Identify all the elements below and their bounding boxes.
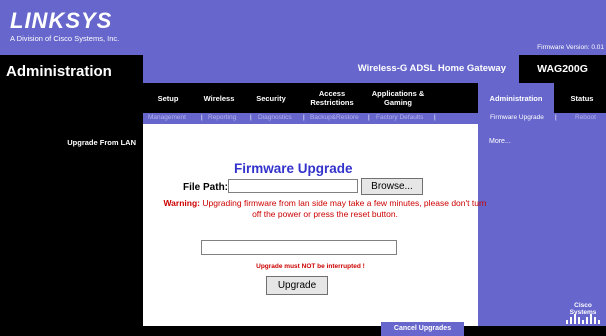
subtab-reboot[interactable]: Reboot — [575, 114, 596, 121]
subtab-management[interactable]: Management — [148, 114, 186, 121]
warning-message: Warning: Upgrading firmware from lan sid… — [160, 198, 490, 220]
main-content — [143, 124, 478, 326]
subnav-separator: | — [250, 114, 252, 121]
tab-status[interactable]: Status — [558, 83, 606, 113]
cancel-upgrades-button[interactable]: Cancel Upgrades — [381, 322, 464, 336]
footer-bar — [143, 326, 606, 336]
tab-access-restrictions[interactable]: Access Restrictions — [297, 83, 367, 113]
subnav-separator: | — [434, 114, 436, 121]
tab-wireless[interactable]: Wireless — [193, 83, 245, 113]
more-link[interactable]: More... — [489, 138, 511, 145]
logo-subtitle: A Division of Cisco Systems, Inc. — [10, 34, 120, 43]
help-column — [478, 124, 606, 326]
section-label: Upgrade From LAN — [67, 138, 136, 147]
model-name: WAG200G — [519, 55, 606, 83]
form-title: Firmware Upgrade — [234, 161, 353, 176]
file-path-label: File Path: — [183, 182, 229, 193]
subnav-separator: | — [555, 114, 557, 121]
subtab-diagnostics[interactable]: Diagnostics — [258, 114, 292, 121]
firmware-version: Firmware Version: 0.01 — [537, 44, 604, 51]
tab-setup[interactable]: Setup — [143, 83, 193, 113]
product-name: Wireless-G ADSL Home Gateway — [357, 63, 506, 74]
cisco-bars-icon — [566, 312, 600, 326]
subnav-separator: | — [303, 114, 305, 121]
warning-text: Upgrading firmware from lan side may tak… — [202, 198, 487, 219]
page-title: Administration — [6, 63, 112, 80]
subnav-separator: | — [201, 114, 203, 121]
linksys-logo: LINKSYS — [10, 8, 113, 33]
upgrade-button[interactable]: Upgrade — [266, 276, 328, 295]
subtab-backup-restore[interactable]: Backup&Restore — [310, 114, 359, 121]
tab-security[interactable]: Security — [245, 83, 297, 113]
left-column — [0, 55, 143, 336]
file-path-input[interactable] — [228, 179, 358, 193]
upgrade-progress-bar — [201, 240, 397, 255]
tab-administration[interactable]: Administration — [478, 83, 554, 113]
subtab-firmware-upgrade[interactable]: Firmware Upgrade — [490, 114, 544, 121]
subtab-reporting[interactable]: Reporting — [208, 114, 236, 121]
tab-applications-gaming[interactable]: Applications & Gaming — [367, 83, 429, 113]
subnav-separator: | — [368, 114, 370, 121]
browse-button[interactable]: Browse... — [361, 178, 423, 195]
warning-prefix: Warning: — [163, 198, 200, 208]
interrupt-notice: Upgrade must NOT be interrupted ! — [256, 263, 365, 270]
subtab-factory-defaults[interactable]: Factory Defaults — [376, 114, 423, 121]
